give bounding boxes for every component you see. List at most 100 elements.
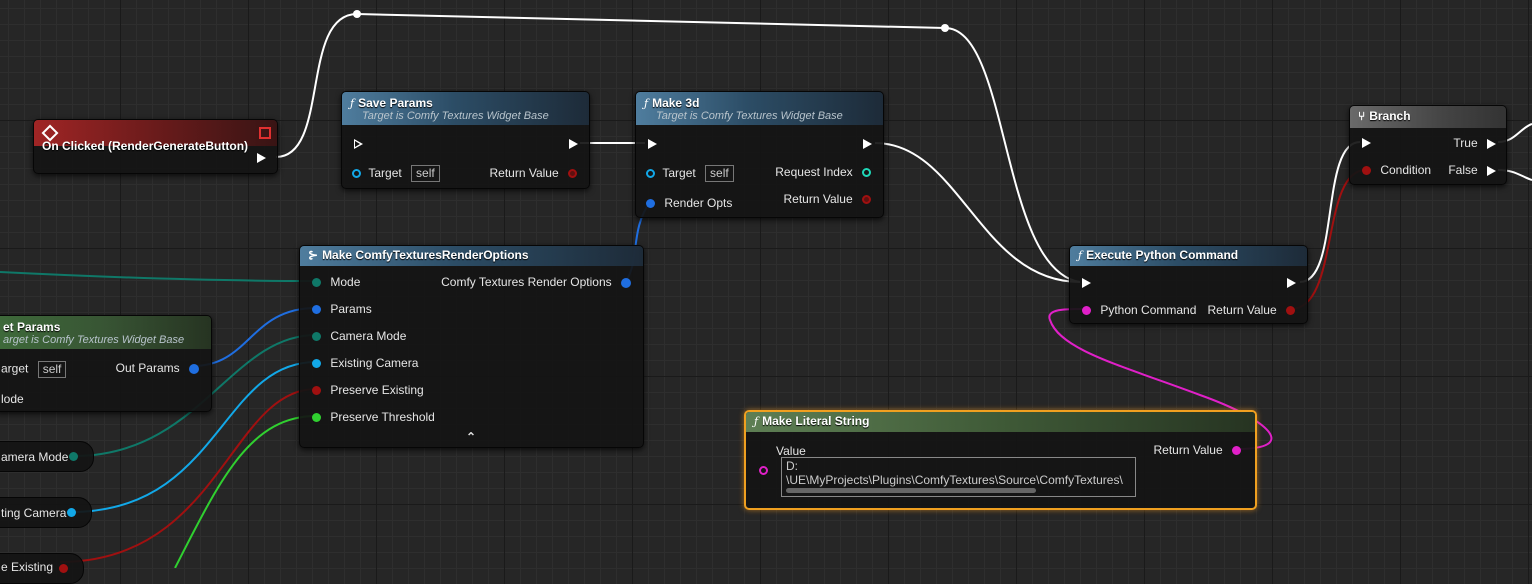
node-make-3d[interactable]: ƒ Make 3d Target is Comfy Textures Widget…	[635, 91, 884, 218]
enum-wire-mode	[0, 271, 317, 282]
var-existing-camera[interactable]: ting Camera	[0, 497, 92, 528]
exec-in-pin[interactable]	[1082, 278, 1091, 288]
float-wire-preserve-threshold	[174, 415, 317, 568]
true-exec-pin[interactable]	[1487, 138, 1496, 149]
return-pin[interactable]	[1286, 306, 1295, 316]
params-pin[interactable]	[312, 305, 321, 315]
return-label: Return Value	[783, 192, 853, 206]
function-icon: ƒ	[350, 97, 355, 110]
var-label: amera Mode	[1, 450, 69, 464]
target-row: Target self	[646, 165, 734, 182]
target-row: Target self	[352, 165, 440, 182]
existing-camera-pin[interactable]	[312, 359, 321, 369]
mode-row: lode	[1, 392, 24, 406]
node-header: ƒ Make 3d Target is Comfy Textures Widget…	[636, 92, 883, 125]
node-on-clicked[interactable]: On Clicked (RenderGenerateButton)	[33, 119, 278, 174]
preserve-threshold-pin[interactable]	[312, 413, 321, 423]
params-label: Params	[330, 302, 372, 316]
var-preserve-existing[interactable]: e Existing	[0, 553, 84, 584]
camera-mode-pin[interactable]	[312, 332, 321, 342]
value-pin[interactable]	[759, 466, 768, 475]
var-preserve-existing-pin[interactable]	[59, 564, 68, 573]
node-title: Make ComfyTexturesRenderOptions	[322, 248, 529, 262]
python-command-pin[interactable]	[1082, 306, 1091, 316]
node-make-literal-string[interactable]: ƒ Make Literal String Value D: \UE\MyProj…	[744, 410, 1257, 510]
existing-camera-label: Existing Camera	[330, 356, 419, 370]
delegate-pin[interactable]	[259, 127, 271, 139]
value-line-1: D:	[786, 459, 798, 473]
target-self-field[interactable]: self	[37, 361, 67, 378]
target-label: arget	[1, 361, 29, 376]
python-command-label: Python Command	[1100, 303, 1197, 317]
target-pin[interactable]	[646, 169, 655, 178]
function-icon: ƒ	[1078, 249, 1083, 262]
return-pin[interactable]	[862, 195, 871, 205]
node-title: et Params	[3, 320, 61, 334]
mode-label: lode	[1, 392, 24, 406]
node-execute-python-command[interactable]: ƒ Execute Python Command Python Command R…	[1069, 245, 1308, 324]
node-title: Execute Python Command	[1086, 248, 1239, 262]
exec-out-pin[interactable]	[1287, 278, 1296, 288]
mode-label: Mode	[330, 275, 361, 289]
return-pin[interactable]	[568, 169, 577, 179]
node-title: Save Params	[358, 96, 433, 110]
node-header: ƒ Save Params Target is Comfy Textures Wi…	[342, 92, 589, 125]
mode-pin[interactable]	[312, 278, 321, 288]
node-header: On Clicked (RenderGenerateButton)	[34, 120, 277, 153]
node-get-params[interactable]: et Params arget is Comfy Textures Widget…	[0, 315, 212, 412]
value-scrollbar[interactable]	[786, 488, 1036, 493]
struct-out-pin[interactable]	[621, 277, 631, 288]
value-line-2: \UE\MyProjects\Plugins\ComfyTextures\Sou…	[786, 473, 1123, 487]
node-title: Make 3d	[652, 96, 700, 110]
node-branch[interactable]: ⑂ Branch True Condition False	[1349, 105, 1507, 185]
exec-in-pin[interactable]	[1362, 138, 1371, 148]
exec-out-pin[interactable]	[863, 139, 872, 149]
node-title: On Clicked (RenderGenerateButton)	[42, 139, 249, 153]
return-pin[interactable]	[1232, 446, 1241, 456]
render-opts-label: Render Opts	[664, 196, 733, 210]
return-label: Return Value	[1207, 303, 1277, 317]
exec-in-pin[interactable]	[354, 139, 363, 149]
value-text-field[interactable]: D: \UE\MyProjects\Plugins\ComfyTextures\…	[781, 457, 1136, 497]
reroute-dot-2	[941, 24, 949, 32]
node-make-render-options[interactable]: ⊱ Make ComfyTexturesRenderOptions Comfy T…	[299, 245, 644, 448]
node-header: ⑂ Branch	[1350, 106, 1506, 128]
return-label: Return Value	[489, 166, 559, 180]
node-subtitle: arget is Comfy Textures Widget Base	[3, 334, 185, 346]
output-label: Comfy Textures Render Options	[441, 275, 612, 289]
condition-label: Condition	[1380, 163, 1432, 177]
condition-pin[interactable]	[1362, 166, 1371, 176]
node-save-params[interactable]: ƒ Save Params Target is Comfy Textures Wi…	[341, 91, 590, 189]
preserve-existing-label: Preserve Existing	[330, 383, 424, 397]
node-header: ƒ Execute Python Command	[1070, 246, 1307, 266]
input-row-existing-camera: Existing Camera	[312, 356, 418, 370]
var-camera-mode[interactable]: amera Mode	[0, 441, 94, 472]
input-row-camera-mode: Camera Mode	[312, 329, 406, 343]
render-opts-pin[interactable]	[646, 199, 655, 209]
false-exec-pin[interactable]	[1487, 165, 1496, 176]
target-pin[interactable]	[352, 169, 361, 178]
target-label: Target	[662, 165, 696, 180]
function-icon: ƒ	[644, 97, 649, 110]
var-camera-mode-pin[interactable]	[69, 452, 78, 461]
request-index-pin[interactable]	[862, 168, 871, 178]
true-label: True	[1453, 136, 1478, 150]
function-icon: ƒ	[754, 415, 759, 428]
target-self-field[interactable]: self	[705, 165, 734, 182]
false-row: False	[1448, 163, 1496, 177]
reroute-dot-1	[353, 10, 361, 18]
exec-out-pin[interactable]	[569, 139, 578, 149]
target-self-field[interactable]: self	[411, 165, 440, 182]
out-params-pin[interactable]	[189, 363, 199, 374]
exec-out-pin[interactable]	[257, 153, 266, 163]
branch-icon: ⑂	[1358, 109, 1366, 123]
var-existing-camera-pin[interactable]	[67, 508, 76, 517]
preserve-threshold-label: Preserve Threshold	[330, 410, 435, 424]
preserve-existing-pin[interactable]	[312, 386, 321, 396]
target-row: arget self	[1, 361, 67, 378]
return-row: Return Value	[1154, 443, 1241, 457]
exec-in-pin[interactable]	[648, 139, 657, 149]
node-subtitle: Target is Comfy Textures Widget Base	[656, 110, 843, 122]
return-row: Return Value	[783, 192, 871, 206]
collapse-arrow-icon[interactable]: ⌃	[466, 430, 476, 444]
